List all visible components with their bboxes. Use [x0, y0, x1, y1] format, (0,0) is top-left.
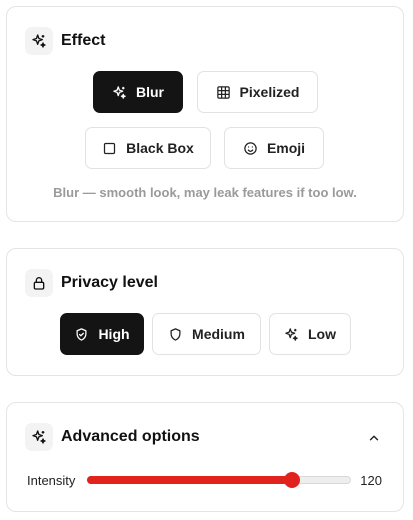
effect-option-label: Emoji	[266, 140, 306, 156]
shield-check-icon	[76, 327, 87, 341]
advanced-header[interactable]: Advanced options	[25, 423, 200, 451]
sparkle-icon	[113, 85, 126, 99]
intensity-value: 120	[360, 473, 382, 488]
effect-option-label: Pixelized	[239, 84, 300, 100]
privacy-option-label: Medium	[192, 326, 245, 342]
privacy-card: Privacy level High Medium Low	[6, 248, 404, 376]
effect-header: Effect	[25, 27, 105, 55]
effect-hint: Blur — smooth look, may leak features if…	[53, 185, 357, 200]
intensity-thumb[interactable]	[284, 472, 301, 488]
privacy-option-label: Low	[308, 326, 336, 342]
sparkle-icon	[285, 327, 298, 341]
advanced-title: Advanced options	[61, 428, 200, 445]
privacy-option-medium[interactable]: Medium	[152, 313, 261, 355]
grid-icon	[216, 85, 230, 99]
privacy-option-low[interactable]: Low	[269, 313, 351, 355]
sparkle-icon	[25, 423, 53, 451]
shield-icon	[170, 327, 181, 341]
effect-option-blur[interactable]: Blur	[93, 71, 183, 113]
privacy-option-high[interactable]: High	[60, 313, 144, 355]
privacy-title: Privacy level	[61, 274, 158, 291]
intensity-slider[interactable]	[87, 472, 351, 488]
intensity-label: Intensity	[27, 473, 76, 488]
chevron-up-icon[interactable]	[367, 431, 381, 445]
advanced-card: Advanced options Intensity 120	[6, 402, 404, 512]
privacy-option-label: High	[98, 326, 130, 342]
effect-option-black-box[interactable]: Black Box	[85, 127, 211, 169]
sparkle-icon	[25, 27, 53, 55]
intensity-fill	[87, 476, 292, 484]
effect-option-emoji[interactable]: Emoji	[224, 127, 324, 169]
effect-option-label: Blur	[136, 84, 164, 100]
effect-option-label: Black Box	[126, 140, 194, 156]
smiley-icon	[244, 141, 257, 155]
square-icon	[104, 142, 116, 154]
privacy-header: Privacy level	[25, 269, 158, 297]
effect-title: Effect	[61, 32, 106, 49]
effect-option-pixelized[interactable]: Pixelized	[197, 71, 318, 113]
lock-icon	[25, 269, 53, 297]
effect-card: Effect Blur Pixelized Black Box Emoji Bl…	[6, 6, 404, 222]
